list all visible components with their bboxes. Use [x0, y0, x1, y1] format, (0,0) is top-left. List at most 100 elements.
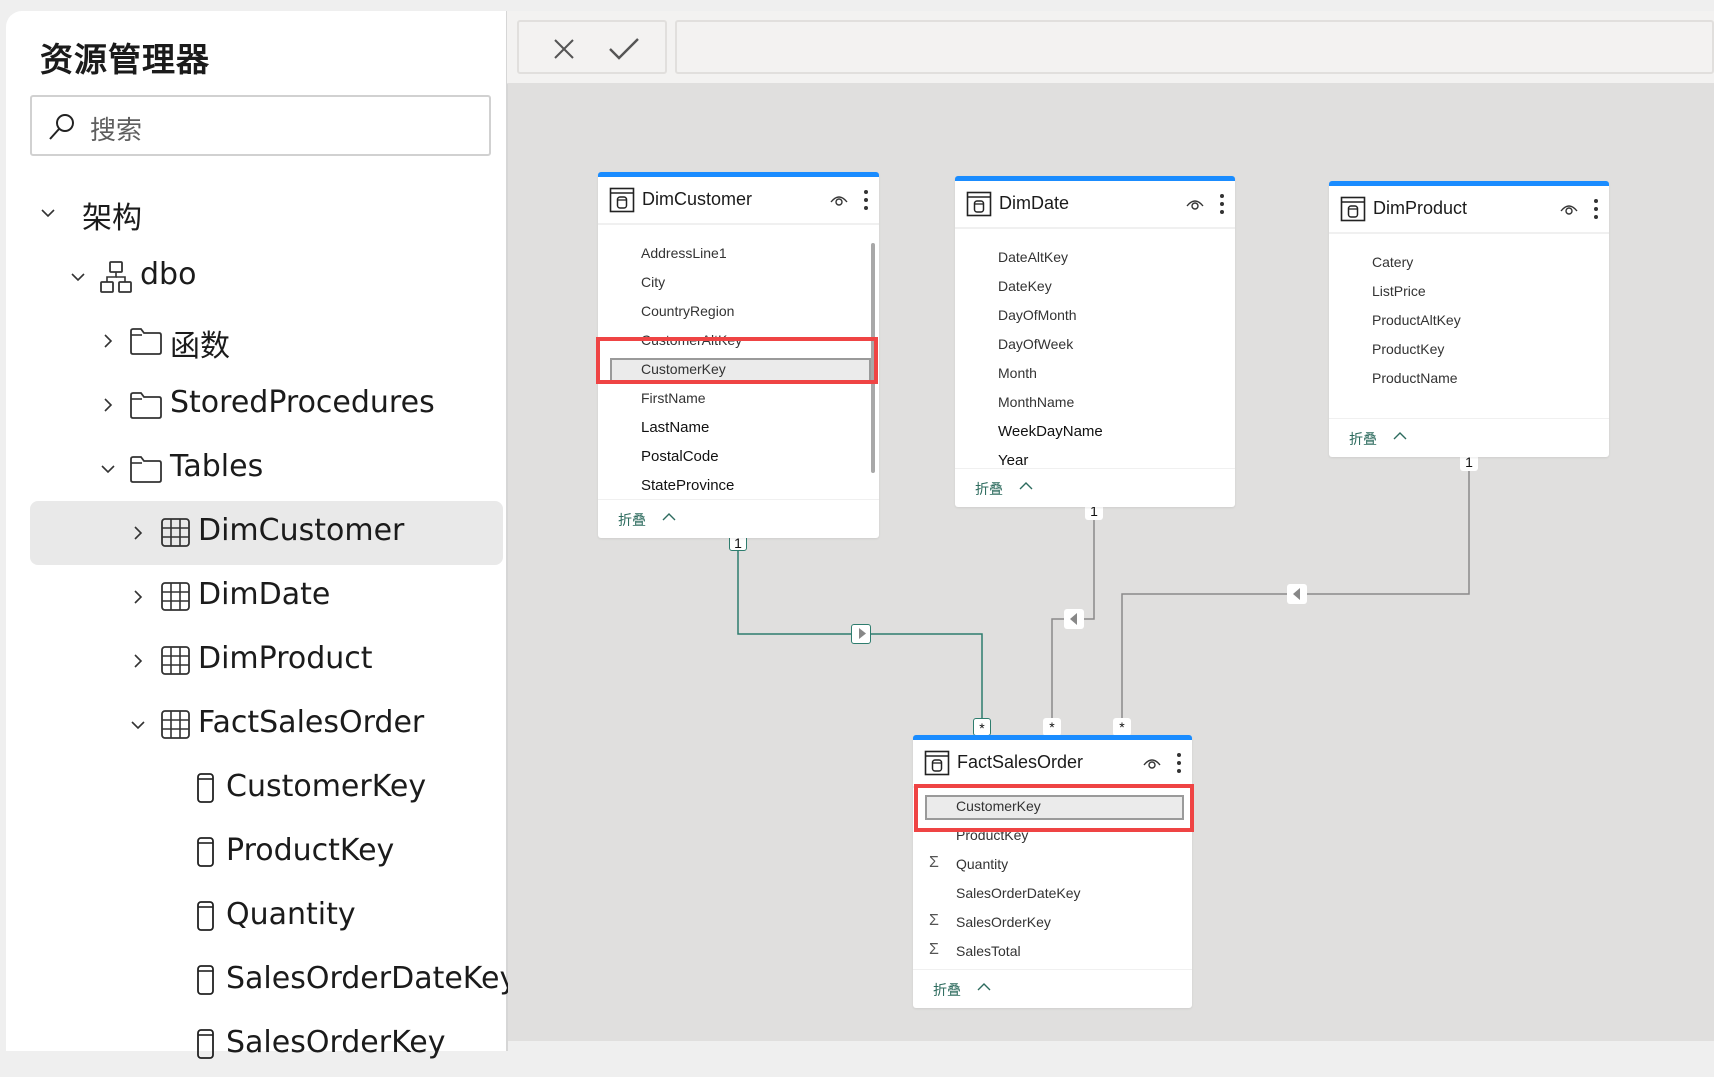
tree-item[interactable]: 函数 [30, 309, 503, 373]
field-label: LastName [641, 419, 710, 436]
table-field[interactable]: DateKey [955, 272, 1235, 301]
tree-item-label: DimDate [198, 577, 331, 612]
table-field[interactable]: FirstName [598, 384, 879, 413]
collapse-button[interactable]: 折叠 [975, 479, 1003, 499]
close-icon[interactable] [547, 32, 581, 66]
table-field[interactable]: ProductAltKey [1329, 306, 1609, 335]
table-card[interactable]: DimProduct Catery ListPrice ProductAltKey P… [1329, 181, 1609, 457]
field-label: Catery [1372, 254, 1414, 270]
tree-item[interactable]: Quantity [30, 885, 503, 949]
chevron-right-icon[interactable] [98, 331, 118, 351]
chevron-down-icon[interactable] [68, 267, 88, 287]
table-field[interactable]: CustomerKey [598, 355, 879, 384]
table-field[interactable]: MonthName [955, 388, 1235, 417]
tree-item[interactable]: 架构 [30, 181, 503, 245]
table-field[interactable]: WeekDayName [955, 417, 1235, 446]
tree-item[interactable]: DimDate [30, 565, 503, 629]
field-label: ProductName [1372, 370, 1458, 386]
table-card[interactable]: DimDate DateAltKey DateKey DayOfMonth DayOf… [955, 176, 1235, 507]
chevron-right-icon[interactable] [128, 651, 148, 671]
table-field[interactable]: AddressLine1 [598, 239, 879, 268]
table-field[interactable]: ProductName [1329, 364, 1609, 393]
visibility-eye-icon[interactable] [829, 192, 849, 208]
tree-item[interactable]: Tables [30, 437, 503, 501]
search-placeholder: 搜索 [90, 116, 143, 146]
collapse-button[interactable]: 折叠 [933, 980, 961, 1000]
table-field[interactable]: CustomerAltKey [598, 326, 879, 355]
chevron-right-icon[interactable] [128, 523, 148, 543]
table-field[interactable]: Month [955, 359, 1235, 388]
tree-item[interactable]: CustomerKey [30, 757, 503, 821]
visibility-eye-icon[interactable] [1142, 755, 1162, 771]
table-icon [161, 646, 190, 675]
table-field[interactable]: Σ Quantity [913, 850, 1192, 879]
tree-item[interactable]: ProductKey [30, 821, 503, 885]
table-field[interactable]: Σ SalesOrderKey [913, 908, 1192, 937]
tree-item[interactable]: SalesOrderDateKey [30, 949, 517, 1013]
search-input[interactable]: 搜索 [30, 95, 491, 156]
table-card-header[interactable]: FactSalesOrder [913, 740, 1192, 788]
checkmark-icon[interactable] [607, 32, 641, 66]
field-label: ProductKey [1372, 341, 1445, 357]
table-card-title: FactSalesOrder [957, 752, 1084, 772]
visibility-eye-icon[interactable] [1559, 201, 1579, 217]
table-field[interactable]: Catery [1329, 248, 1609, 277]
field-list-scrollbar[interactable] [871, 243, 875, 473]
chevron-up-icon[interactable] [1393, 431, 1407, 441]
chevron-down-icon[interactable] [128, 715, 148, 735]
table-field[interactable]: ListPrice [1329, 277, 1609, 306]
table-icon [1340, 196, 1366, 222]
table-card[interactable]: DimCustomer AddressLine1 City CountryRegio… [598, 172, 879, 538]
column-icon [197, 965, 214, 995]
tree-item[interactable]: FactSalesOrder [30, 693, 503, 757]
table-card-header[interactable]: DimDate [955, 181, 1235, 229]
more-options-icon[interactable] [1591, 197, 1601, 221]
chevron-down-icon[interactable] [98, 459, 118, 479]
table-field[interactable]: PostalCode [598, 442, 879, 471]
chevron-up-icon[interactable] [1019, 481, 1033, 491]
folder-icon [130, 456, 162, 483]
table-field[interactable]: Σ SalesTotal [913, 937, 1192, 966]
collapse-button[interactable]: 折叠 [1349, 429, 1377, 449]
field-label: CountryRegion [641, 303, 735, 319]
table-field[interactable]: DayOfMonth [955, 301, 1235, 330]
chevron-down-icon[interactable] [38, 203, 58, 223]
tree-item[interactable]: StoredProcedures [30, 373, 503, 437]
column-icon [197, 773, 214, 803]
more-options-icon[interactable] [1217, 192, 1227, 216]
tree-item[interactable]: dbo [30, 245, 503, 309]
table-field[interactable]: LastName [598, 413, 879, 442]
tree-item[interactable]: DimProduct [30, 629, 503, 693]
visibility-eye-icon[interactable] [1185, 196, 1205, 212]
filter-direction-left-icon[interactable] [1287, 584, 1307, 604]
table-card[interactable]: FactSalesOrder CustomerKey ProductKey Σ Qua… [913, 735, 1192, 1008]
table-card-header[interactable]: DimCustomer [598, 177, 879, 225]
table-field[interactable]: ProductKey [1329, 335, 1609, 364]
explorer-title: 资源管理器 [40, 40, 210, 79]
table-icon [609, 187, 635, 213]
filter-direction-left-icon[interactable] [1064, 609, 1084, 629]
filter-direction-right-icon[interactable] [851, 624, 871, 644]
field-label: StateProvince [641, 477, 735, 494]
table-field[interactable]: CustomerKey [913, 792, 1192, 821]
chevron-up-icon[interactable] [662, 512, 676, 522]
tree-item[interactable]: DimCustomer [30, 501, 503, 565]
formula-bar[interactable] [675, 20, 1714, 74]
table-icon [924, 750, 950, 776]
table-field[interactable]: SalesOrderDateKey [913, 879, 1192, 908]
chevron-right-icon[interactable] [98, 395, 118, 415]
table-card-header[interactable]: DimProduct [1329, 186, 1609, 234]
table-field[interactable]: CountryRegion [598, 297, 879, 326]
table-field[interactable]: StateProvince [598, 471, 879, 500]
tree-item[interactable]: SalesOrderKey [30, 1013, 503, 1077]
chevron-right-icon[interactable] [128, 587, 148, 607]
table-field[interactable]: ProductKey [913, 821, 1192, 850]
table-field[interactable]: City [598, 268, 879, 297]
more-options-icon[interactable] [1174, 751, 1184, 775]
chevron-up-icon[interactable] [977, 982, 991, 992]
table-field[interactable]: DayOfWeek [955, 330, 1235, 359]
table-field[interactable]: DateAltKey [955, 243, 1235, 272]
collapse-button[interactable]: 折叠 [618, 510, 646, 530]
more-options-icon[interactable] [861, 188, 871, 212]
field-label: ProductKey [956, 827, 1029, 843]
